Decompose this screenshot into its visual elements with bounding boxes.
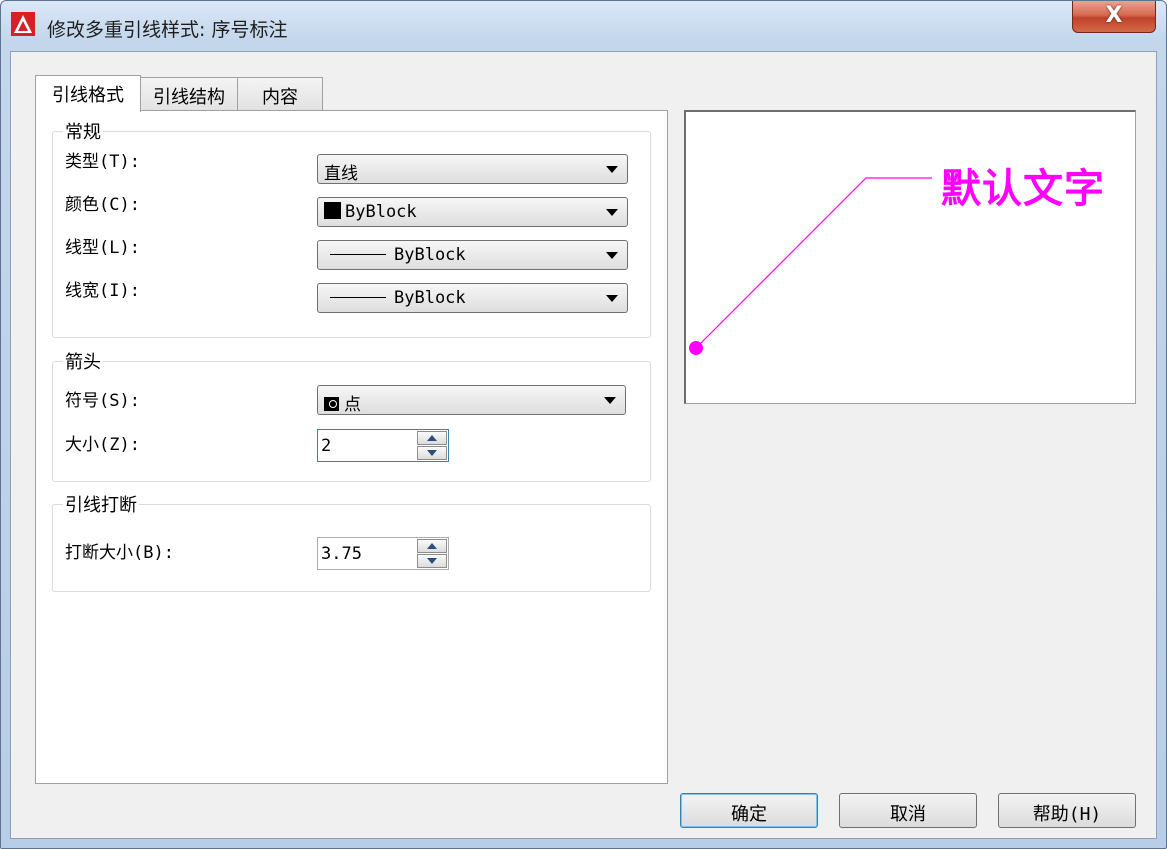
leader-break-group-title: 引线打断: [63, 491, 139, 517]
tab-leader-structure[interactable]: 引线结构: [140, 77, 238, 110]
cancel-button[interactable]: 取消: [839, 793, 977, 828]
ok-label: 确定: [731, 804, 767, 825]
break-spin-down-button[interactable]: [417, 554, 447, 568]
dropdown-arrow-icon: [606, 252, 618, 259]
size-input[interactable]: 2: [321, 436, 331, 456]
color-swatch-icon: [324, 202, 341, 219]
dropdown-arrow-icon: [606, 166, 618, 173]
tab-content[interactable]: 内容: [237, 77, 323, 110]
line-sample-icon: [330, 254, 386, 255]
dialog-window: 修改多重引线样式: 序号标注 X 引线格式 引线结构 内容 常规 类型(T): …: [0, 0, 1167, 849]
tab-label: 引线格式: [52, 85, 124, 106]
color-select[interactable]: ByBlock: [317, 197, 628, 227]
size-label: 大小(Z):: [65, 435, 140, 455]
lineweight-label: 线宽(I):: [65, 281, 140, 301]
dialog-client-area: 引线格式 引线结构 内容 常规 类型(T): 直线 颜色(C): ByBlock: [10, 51, 1157, 839]
size-spin-up-button[interactable]: [417, 431, 447, 445]
break-size-input[interactable]: 3.75: [321, 544, 362, 564]
preview-text: 默认文字: [941, 165, 1105, 212]
tab-label: 内容: [262, 87, 298, 108]
lineweight-value: ByBlock: [394, 288, 466, 308]
help-label: 帮助(H): [1032, 804, 1102, 825]
cancel-label: 取消: [890, 804, 926, 825]
window-title: 修改多重引线样式: 序号标注: [47, 19, 288, 41]
size-spinner[interactable]: 2: [317, 429, 449, 462]
leader-preview: 默认文字: [684, 110, 1136, 404]
spin-up-icon: [427, 543, 437, 549]
symbol-label: 符号(S):: [65, 391, 140, 411]
spin-down-icon: [427, 450, 437, 456]
linetype-value: ByBlock: [394, 245, 466, 265]
dropdown-arrow-icon: [606, 295, 618, 302]
break-size-label: 打断大小(B):: [65, 543, 174, 563]
ok-button[interactable]: 确定: [680, 793, 818, 828]
help-button[interactable]: 帮助(H): [998, 793, 1136, 828]
size-spin-down-button[interactable]: [417, 446, 447, 460]
leader-break-group: 引线打断 打断大小(B): 3.75: [52, 491, 651, 592]
symbol-select[interactable]: 点: [317, 385, 626, 415]
break-size-spinner[interactable]: 3.75: [317, 537, 449, 570]
tab-label: 引线结构: [153, 87, 225, 108]
close-icon: X: [1105, 3, 1123, 28]
linetype-label: 线型(L):: [65, 238, 140, 258]
linetype-select[interactable]: ByBlock: [317, 240, 628, 270]
dropdown-arrow-icon: [606, 209, 618, 216]
type-select[interactable]: 直线: [317, 154, 628, 184]
type-label: 类型(T):: [65, 152, 140, 172]
type-value: 直线: [324, 164, 358, 184]
general-group: 常规 类型(T): 直线 颜色(C): ByBlock 线型(L): ByBlo…: [52, 118, 651, 338]
arrowhead-group: 箭头 符号(S): 点 大小(Z): 2: [52, 348, 651, 482]
line-sample-icon: [330, 297, 386, 298]
autocad-app-icon: [11, 12, 35, 36]
spin-up-icon: [427, 435, 437, 441]
dot-arrow-icon: [324, 397, 339, 411]
leader-format-panel: 常规 类型(T): 直线 颜色(C): ByBlock 线型(L): ByBlo…: [35, 110, 668, 784]
color-value: ByBlock: [345, 202, 417, 222]
close-button[interactable]: X: [1072, 1, 1156, 33]
arrowhead-group-title: 箭头: [63, 348, 103, 374]
color-label: 颜色(C):: [65, 195, 140, 215]
symbol-value: 点: [344, 395, 361, 415]
break-spin-up-button[interactable]: [417, 539, 447, 553]
spin-down-icon: [427, 558, 437, 564]
tab-leader-format[interactable]: 引线格式: [35, 75, 141, 112]
dropdown-arrow-icon: [604, 397, 616, 404]
general-group-title: 常规: [63, 118, 103, 144]
lineweight-select[interactable]: ByBlock: [317, 283, 628, 313]
title-bar[interactable]: 修改多重引线样式: 序号标注 X: [1, 1, 1166, 51]
